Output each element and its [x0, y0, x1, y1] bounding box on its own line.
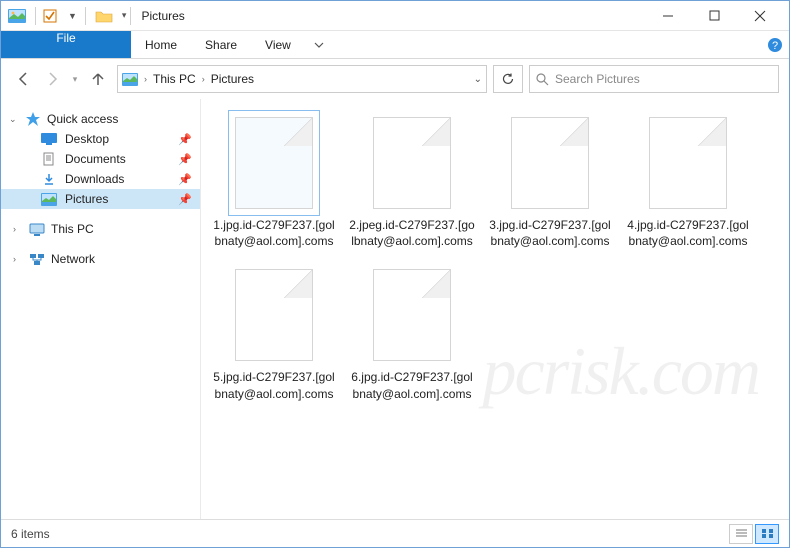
- file-item[interactable]: 3.jpg.id-C279F237.[golbnaty@aol.com].com…: [485, 117, 615, 249]
- file-thumbnail-icon: [373, 117, 451, 209]
- sidebar-item-label: Quick access: [47, 112, 118, 126]
- sidebar-item-documents[interactable]: Documents 📌: [1, 149, 200, 169]
- nav-forward-button[interactable]: [39, 66, 65, 92]
- chevron-down-icon: ⌄: [9, 114, 19, 125]
- file-thumbnail-icon: [373, 269, 451, 361]
- sidebar-item-label: Documents: [65, 152, 126, 166]
- search-icon: [536, 73, 549, 86]
- search-placeholder: Search Pictures: [555, 72, 640, 86]
- chevron-right-icon: ›: [13, 254, 23, 264]
- sidebar-item-label: Network: [51, 252, 95, 266]
- file-item[interactable]: 4.jpg.id-C279F237.[golbnaty@aol.com].com…: [623, 117, 753, 249]
- file-menu[interactable]: File: [1, 31, 131, 58]
- folder-icon: [94, 8, 114, 24]
- close-button[interactable]: [737, 1, 783, 31]
- quick-access-toolbar: ▼ ▾: [40, 7, 126, 25]
- svg-text:?: ?: [772, 40, 778, 52]
- help-icon[interactable]: ?: [761, 31, 789, 58]
- view-thumbnails-button[interactable]: [755, 524, 779, 544]
- item-count: 6 items: [11, 527, 50, 541]
- navigation-sidebar: ⌄ Quick access Desktop 📌 Documents 📌 Dow…: [1, 99, 201, 521]
- content-area: ⌄ Quick access Desktop 📌 Documents 📌 Dow…: [1, 99, 789, 521]
- app-icon: [7, 8, 27, 24]
- sidebar-item-pictures[interactable]: Pictures 📌: [1, 189, 200, 209]
- sidebar-this-pc[interactable]: › This PC: [1, 219, 200, 239]
- nav-up-button[interactable]: [85, 66, 111, 92]
- sidebar-item-label: Downloads: [65, 172, 124, 186]
- chevron-right-icon: ›: [13, 224, 23, 234]
- sidebar-item-label: Desktop: [65, 132, 109, 146]
- file-name: 1.jpg.id-C279F237.[golbnaty@aol.com].com…: [209, 217, 339, 249]
- file-item[interactable]: 5.jpg.id-C279F237.[golbnaty@aol.com].com…: [209, 269, 339, 401]
- file-item[interactable]: 1.jpg.id-C279F237.[golbnaty@aol.com].com…: [209, 117, 339, 249]
- sidebar-item-label: This PC: [51, 222, 94, 236]
- this-pc-icon: [29, 222, 45, 236]
- downloads-icon: [41, 172, 57, 186]
- title-bar: ▼ ▾ Pictures: [1, 1, 789, 31]
- sidebar-item-desktop[interactable]: Desktop 📌: [1, 129, 200, 149]
- qat-dropdown-icon[interactable]: ▼: [68, 11, 77, 21]
- file-name: 2.jpeg.id-C279F237.[golbnaty@aol.com].co…: [347, 217, 477, 249]
- documents-icon: [41, 152, 57, 166]
- checkbox-icon[interactable]: [40, 8, 60, 24]
- ribbon-expand-icon[interactable]: [305, 31, 333, 58]
- pin-icon: 📌: [178, 173, 192, 186]
- chevron-right-icon[interactable]: ›: [144, 74, 147, 84]
- qat-dropdown-2-icon[interactable]: ▾: [122, 10, 127, 21]
- tab-home[interactable]: Home: [131, 31, 191, 58]
- tab-share[interactable]: Share: [191, 31, 251, 58]
- pin-icon: 📌: [178, 133, 192, 146]
- quick-access-icon: [25, 112, 41, 126]
- sidebar-item-label: Pictures: [65, 192, 108, 206]
- sidebar-quick-access-header[interactable]: ⌄ Quick access: [1, 109, 200, 129]
- file-thumbnail-icon: [511, 117, 589, 209]
- pictures-icon: [41, 192, 57, 206]
- status-bar: 6 items: [1, 519, 789, 547]
- file-thumbnail-icon: [649, 117, 727, 209]
- sidebar-item-downloads[interactable]: Downloads 📌: [1, 169, 200, 189]
- watermark-text: pcrisk.com: [483, 332, 759, 411]
- file-name: 3.jpg.id-C279F237.[golbnaty@aol.com].com…: [485, 217, 615, 249]
- file-thumbnail-icon: [235, 117, 313, 209]
- breadcrumb[interactable]: › This PC › Pictures ⌄: [117, 65, 487, 93]
- nav-recent-icon[interactable]: ▾: [67, 66, 83, 92]
- view-details-button[interactable]: [729, 524, 753, 544]
- file-thumbnail-icon: [235, 269, 313, 361]
- pin-icon: 📌: [178, 193, 192, 206]
- address-dropdown-icon[interactable]: ⌄: [474, 74, 482, 85]
- file-item[interactable]: 6.jpg.id-C279F237.[golbnaty@aol.com].com…: [347, 269, 477, 401]
- chevron-right-icon[interactable]: ›: [202, 74, 205, 84]
- network-icon: [29, 252, 45, 266]
- file-name: 6.jpg.id-C279F237.[golbnaty@aol.com].com…: [347, 369, 477, 401]
- sidebar-network[interactable]: › Network: [1, 249, 200, 269]
- tab-view[interactable]: View: [251, 31, 305, 58]
- window-title: Pictures: [141, 9, 184, 23]
- pictures-location-icon: [122, 72, 138, 86]
- desktop-icon: [41, 132, 57, 146]
- file-list-area[interactable]: pcrisk.com 1.jpg.id-C279F237.[golbnaty@a…: [201, 99, 789, 521]
- file-item[interactable]: 2.jpeg.id-C279F237.[golbnaty@aol.com].co…: [347, 117, 477, 249]
- maximize-button[interactable]: [691, 1, 737, 31]
- file-name: 5.jpg.id-C279F237.[golbnaty@aol.com].com…: [209, 369, 339, 401]
- minimize-button[interactable]: [645, 1, 691, 31]
- breadcrumb-current[interactable]: Pictures: [211, 72, 254, 86]
- refresh-button[interactable]: [493, 65, 523, 93]
- breadcrumb-root[interactable]: This PC: [153, 72, 196, 86]
- address-bar: ▾ › This PC › Pictures ⌄ Search Pictures: [1, 59, 789, 99]
- file-name: 4.jpg.id-C279F237.[golbnaty@aol.com].com…: [623, 217, 753, 249]
- ribbon: File Home Share View ?: [1, 31, 789, 59]
- pin-icon: 📌: [178, 153, 192, 166]
- nav-back-button[interactable]: [11, 66, 37, 92]
- search-input[interactable]: Search Pictures: [529, 65, 779, 93]
